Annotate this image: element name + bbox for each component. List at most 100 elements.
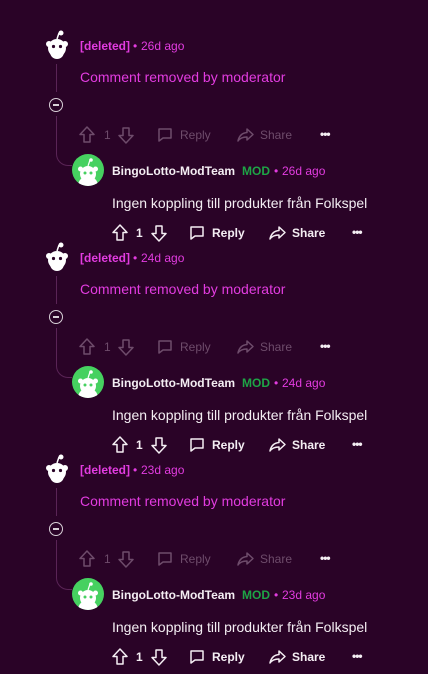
snoo-icon[interactable]	[44, 242, 70, 272]
upvote-icon[interactable]	[79, 126, 95, 144]
upvote-icon[interactable]	[112, 648, 128, 666]
thread-line[interactable]	[56, 116, 57, 138]
share-arrow-icon[interactable]	[269, 649, 287, 665]
thread-line[interactable]	[56, 540, 57, 562]
snoo-avatar	[78, 370, 98, 398]
meta-separator: •	[274, 588, 279, 602]
reply-button[interactable]: Reply	[212, 438, 245, 452]
collapse-icon[interactable]	[49, 310, 63, 324]
avatar[interactable]	[72, 366, 104, 398]
comment-age[interactable]: 26d ago	[282, 164, 325, 178]
reply-button[interactable]: Reply	[212, 650, 245, 664]
downvote-icon[interactable]	[118, 550, 134, 568]
reply-button[interactable]: Reply	[180, 552, 211, 566]
comment-author[interactable]: BingoLotto-ModTeam	[112, 376, 235, 390]
comment-author[interactable]: BingoLotto-ModTeam	[112, 164, 235, 178]
comment-body: Ingen koppling till produkter från Folks…	[112, 619, 368, 635]
share-button[interactable]: Share	[292, 438, 325, 452]
downvote-icon[interactable]	[151, 648, 167, 666]
meta-separator: •	[133, 251, 138, 265]
thread-line[interactable]	[56, 488, 57, 516]
more-options-button[interactable]: •••	[352, 437, 363, 451]
share-button[interactable]: Share	[260, 128, 292, 142]
downvote-icon[interactable]	[118, 126, 134, 144]
vote-score: 1	[104, 340, 111, 354]
more-options-button[interactable]: •••	[320, 339, 331, 353]
reply-button[interactable]: Reply	[212, 226, 245, 240]
upvote-icon[interactable]	[112, 436, 128, 454]
mod-badge: MOD	[242, 164, 270, 178]
thread-line[interactable]	[56, 328, 57, 350]
comment-thread: [deleted] • 26d ago Comment removed by m…	[0, 30, 428, 242]
comment-bubble-icon[interactable]	[157, 551, 173, 567]
reply-button[interactable]: Reply	[180, 340, 211, 354]
comment-bubble-icon[interactable]	[189, 225, 205, 241]
meta-separator: •	[274, 376, 279, 390]
reply-connector	[56, 560, 72, 590]
comment-age[interactable]: 23d ago	[141, 463, 184, 477]
meta-separator: •	[274, 164, 279, 178]
upvote-icon[interactable]	[79, 550, 95, 568]
comment-bubble-icon[interactable]	[157, 127, 173, 143]
upvote-icon[interactable]	[112, 224, 128, 242]
more-options-button[interactable]: •••	[352, 649, 363, 663]
share-button[interactable]: Share	[292, 650, 325, 664]
comment-thread: [deleted] • 24d ago Comment removed by m…	[0, 242, 428, 454]
mod-badge: MOD	[242, 588, 270, 602]
comment-bubble-icon[interactable]	[157, 339, 173, 355]
avatar[interactable]	[72, 578, 104, 610]
share-arrow-icon[interactable]	[237, 551, 255, 567]
vote-score: 1	[136, 226, 143, 240]
vote-score: 1	[136, 438, 143, 452]
meta-separator: •	[133, 39, 138, 53]
reply-connector	[56, 348, 72, 378]
vote-score: 1	[136, 650, 143, 664]
comment-body: Ingen koppling till produkter från Folks…	[112, 195, 368, 211]
share-arrow-icon[interactable]	[269, 437, 287, 453]
share-button[interactable]: Share	[260, 552, 292, 566]
meta-separator: •	[133, 463, 138, 477]
upvote-icon[interactable]	[79, 338, 95, 356]
thread-line[interactable]	[56, 276, 57, 304]
deleted-author: [deleted]	[80, 39, 131, 53]
comment-thread: [deleted] • 23d ago Comment removed by m…	[0, 454, 428, 666]
downvote-icon[interactable]	[151, 224, 167, 242]
removed-comment-text: Comment removed by moderator	[80, 281, 286, 297]
deleted-author: [deleted]	[80, 251, 131, 265]
collapse-icon[interactable]	[49, 98, 63, 112]
snoo-icon[interactable]	[44, 30, 70, 60]
reply-connector	[56, 136, 72, 166]
removed-comment-text: Comment removed by moderator	[80, 493, 286, 509]
snoo-avatar	[78, 158, 98, 186]
collapse-icon[interactable]	[49, 522, 63, 536]
vote-score: 1	[104, 128, 111, 142]
removed-comment-text: Comment removed by moderator	[80, 69, 286, 85]
snoo-icon[interactable]	[44, 454, 70, 484]
vote-score: 1	[104, 552, 111, 566]
thread-line[interactable]	[56, 64, 57, 92]
comment-age[interactable]: 26d ago	[141, 39, 184, 53]
comment-list: [deleted] • 26d ago Comment removed by m…	[0, 0, 428, 674]
more-options-button[interactable]: •••	[320, 551, 331, 565]
comment-age[interactable]: 24d ago	[141, 251, 184, 265]
avatar[interactable]	[72, 154, 104, 186]
share-button[interactable]: Share	[260, 340, 292, 354]
more-options-button[interactable]: •••	[320, 127, 331, 141]
comment-body: Ingen koppling till produkter från Folks…	[112, 407, 368, 423]
more-options-button[interactable]: •••	[352, 225, 363, 239]
comment-bubble-icon[interactable]	[189, 649, 205, 665]
downvote-icon[interactable]	[118, 338, 134, 356]
deleted-author: [deleted]	[80, 463, 131, 477]
downvote-icon[interactable]	[151, 436, 167, 454]
comment-bubble-icon[interactable]	[189, 437, 205, 453]
share-arrow-icon[interactable]	[237, 127, 255, 143]
share-arrow-icon[interactable]	[237, 339, 255, 355]
comment-author[interactable]: BingoLotto-ModTeam	[112, 588, 235, 602]
comment-age[interactable]: 23d ago	[282, 588, 325, 602]
comment-age[interactable]: 24d ago	[282, 376, 325, 390]
reply-button[interactable]: Reply	[180, 128, 211, 142]
share-button[interactable]: Share	[292, 226, 325, 240]
mod-badge: MOD	[242, 376, 270, 390]
snoo-avatar	[78, 582, 98, 610]
share-arrow-icon[interactable]	[269, 225, 287, 241]
